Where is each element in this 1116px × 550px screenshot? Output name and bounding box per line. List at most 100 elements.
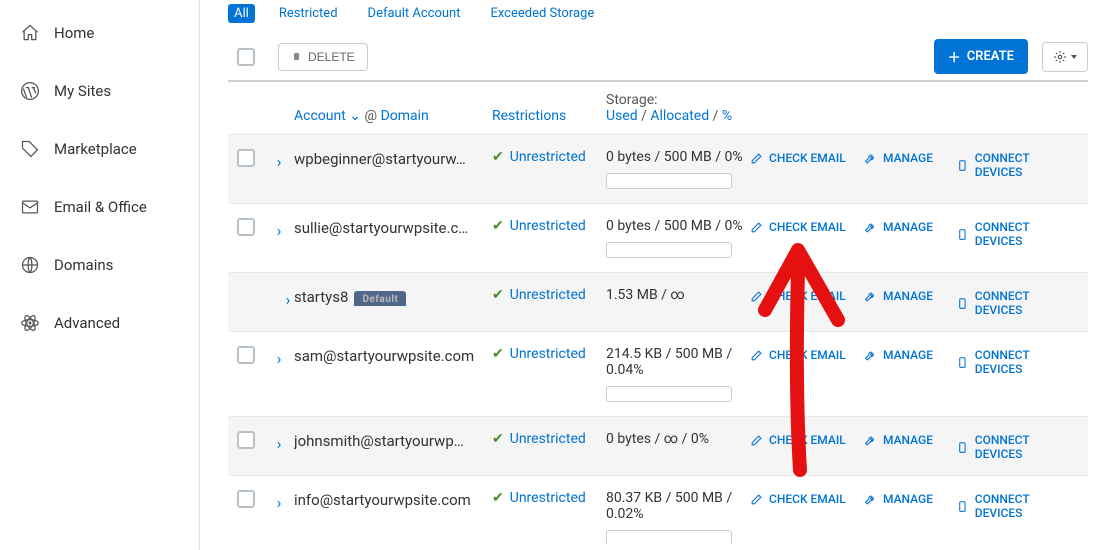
- account-cell: sullie@startyourwpsite.c…: [294, 218, 492, 237]
- check-icon: ✔: [492, 346, 504, 362]
- check-email-button[interactable]: CHECK EMAIL: [750, 218, 846, 234]
- delete-button[interactable]: DELETE: [278, 43, 368, 71]
- restriction-cell[interactable]: ✔Unrestricted: [492, 431, 606, 447]
- wrench-icon: [864, 152, 877, 165]
- storage-text: 0 bytes / 500 MB / 0%: [606, 149, 750, 165]
- storage-text: 0 bytes / 500 MB / 0%: [606, 218, 750, 234]
- filter-all[interactable]: All: [228, 4, 255, 23]
- sidebar-item-marketplace[interactable]: Marketplace: [0, 120, 199, 178]
- header-allocated[interactable]: Allocated: [650, 108, 709, 124]
- select-all-checkbox[interactable]: [237, 48, 255, 66]
- expand-row-button[interactable]: ›: [264, 431, 294, 453]
- restriction-cell[interactable]: ✔Unrestricted: [492, 346, 606, 362]
- account-cell: johnsmith@startyourwp…: [294, 431, 492, 450]
- sidebar-item-my-sites[interactable]: My Sites: [0, 62, 199, 120]
- row-checkbox[interactable]: [237, 431, 255, 449]
- check-icon: ✔: [492, 218, 504, 234]
- sort-indicator-icon: ⌄: [349, 108, 364, 124]
- gear-icon: [1053, 50, 1067, 64]
- sidebar-item-domains[interactable]: Domains: [0, 236, 199, 294]
- header-account[interactable]: Account: [294, 108, 346, 124]
- filter-bar: All Restricted Default Account Exceeded …: [228, 4, 1088, 23]
- sidebar-item-label: Home: [54, 24, 94, 42]
- edit-icon: [750, 434, 763, 447]
- account-email: info@startyourwpsite.com: [294, 491, 471, 509]
- table-row: ›wpbeginner@startyourw… ✔Unrestricted0 by…: [228, 134, 1088, 203]
- storage-text: 0 bytes / ∞ / 0%: [606, 431, 750, 447]
- storage-text: 214.5 KB / 500 MB / 0.04%: [606, 346, 750, 378]
- manage-button[interactable]: MANAGE: [864, 218, 933, 234]
- account-cell: wpbeginner@startyourw…: [294, 149, 492, 168]
- wrench-icon: [864, 290, 877, 303]
- account-email: startys8: [294, 288, 348, 306]
- sidebar-item-label: Domains: [54, 256, 113, 274]
- filter-restricted[interactable]: Restricted: [273, 4, 344, 23]
- sidebar-item-advanced[interactable]: Advanced: [0, 294, 199, 352]
- settings-button[interactable]: [1042, 42, 1088, 72]
- account-email: johnsmith@startyourwp…: [294, 432, 464, 450]
- check-icon: ✔: [492, 287, 504, 303]
- connect-devices-button[interactable]: CONNECT DEVICES: [956, 346, 1078, 376]
- expand-row-button[interactable]: ›: [264, 149, 294, 171]
- wrench-icon: [864, 434, 877, 447]
- connect-devices-button[interactable]: CONNECT DEVICES: [956, 431, 1078, 461]
- table-header: Account ⌄ @ Domain Restrictions Storage:…: [228, 82, 1088, 134]
- check-email-button[interactable]: CHECK EMAIL: [750, 346, 846, 362]
- check-email-button[interactable]: CHECK EMAIL: [750, 490, 846, 506]
- row-checkbox[interactable]: [237, 490, 255, 508]
- wordpress-icon: [20, 81, 40, 101]
- header-used[interactable]: Used: [606, 108, 638, 124]
- check-email-button[interactable]: CHECK EMAIL: [750, 431, 846, 447]
- create-button[interactable]: ＋ CREATE: [934, 39, 1028, 74]
- storage-bar: [606, 530, 732, 544]
- filter-exceeded-storage[interactable]: Exceeded Storage: [484, 4, 600, 23]
- header-domain[interactable]: Domain: [381, 108, 429, 124]
- header-percent[interactable]: %: [722, 108, 732, 124]
- expand-row-button[interactable]: ›: [264, 490, 294, 512]
- restriction-cell[interactable]: ✔ Unrestricted: [492, 218, 606, 234]
- row-checkbox[interactable]: [237, 218, 255, 236]
- restriction-value: Unrestricted: [510, 218, 586, 234]
- sidebar-item-label: My Sites: [54, 82, 111, 100]
- sidebar-item-home[interactable]: Home: [0, 4, 199, 62]
- table-row: ›johnsmith@startyourwp… ✔Unrestricted0 by…: [228, 416, 1088, 475]
- storage-bar: [606, 242, 732, 258]
- expand-row-button[interactable]: ›: [264, 287, 294, 309]
- manage-button[interactable]: MANAGE: [864, 287, 933, 303]
- device-icon: [956, 356, 969, 369]
- sidebar-item-email-office[interactable]: Email & Office: [0, 178, 199, 236]
- row-checkbox[interactable]: [237, 149, 255, 167]
- manage-button[interactable]: MANAGE: [864, 431, 933, 447]
- filter-default-account[interactable]: Default Account: [362, 4, 467, 23]
- manage-button[interactable]: MANAGE: [864, 490, 933, 506]
- create-label: CREATE: [967, 49, 1014, 64]
- table-row: ›info@startyourwpsite.com✔Unrestricted80…: [228, 475, 1088, 544]
- device-icon: [956, 441, 969, 454]
- edit-icon: [750, 152, 763, 165]
- plus-icon: ＋: [948, 47, 961, 66]
- row-checkbox[interactable]: [237, 346, 255, 364]
- expand-row-button[interactable]: ›: [264, 346, 294, 368]
- connect-devices-button[interactable]: CONNECT DEVICES: [956, 490, 1078, 520]
- header-storage-prefix: Storage:: [606, 92, 750, 108]
- connect-devices-button[interactable]: CONNECT DEVICES: [956, 149, 1078, 179]
- restriction-cell[interactable]: ✔Unrestricted: [492, 149, 606, 165]
- restriction-cell[interactable]: ✔Unrestricted: [492, 490, 606, 506]
- toolbar: DELETE ＋ CREATE: [228, 33, 1088, 82]
- check-email-button[interactable]: CHECK EMAIL: [750, 149, 846, 165]
- header-restrictions[interactable]: Restrictions: [492, 108, 566, 124]
- account-email: wpbeginner@startyourw…: [294, 150, 466, 168]
- connect-devices-button[interactable]: CONNECT DEVICES: [956, 287, 1078, 317]
- check-email-button[interactable]: CHECK EMAIL: [750, 287, 846, 303]
- trash-icon: [291, 51, 302, 62]
- storage-cell: 0 bytes / 500 MB / 0%: [606, 149, 750, 189]
- check-icon: ✔: [492, 490, 504, 506]
- manage-button[interactable]: MANAGE: [864, 149, 933, 165]
- connect-devices-button[interactable]: CONNECT DEVICES: [956, 218, 1078, 248]
- restriction-cell[interactable]: ✔Unrestricted: [492, 287, 606, 303]
- sidebar-item-label: Marketplace: [54, 140, 137, 158]
- manage-button[interactable]: MANAGE: [864, 346, 933, 362]
- expand-row-button[interactable]: ›: [264, 218, 294, 240]
- table-row: ›startys8Default✔Unrestricted1.53 MB / ∞…: [228, 272, 1088, 331]
- wrench-icon: [864, 221, 877, 234]
